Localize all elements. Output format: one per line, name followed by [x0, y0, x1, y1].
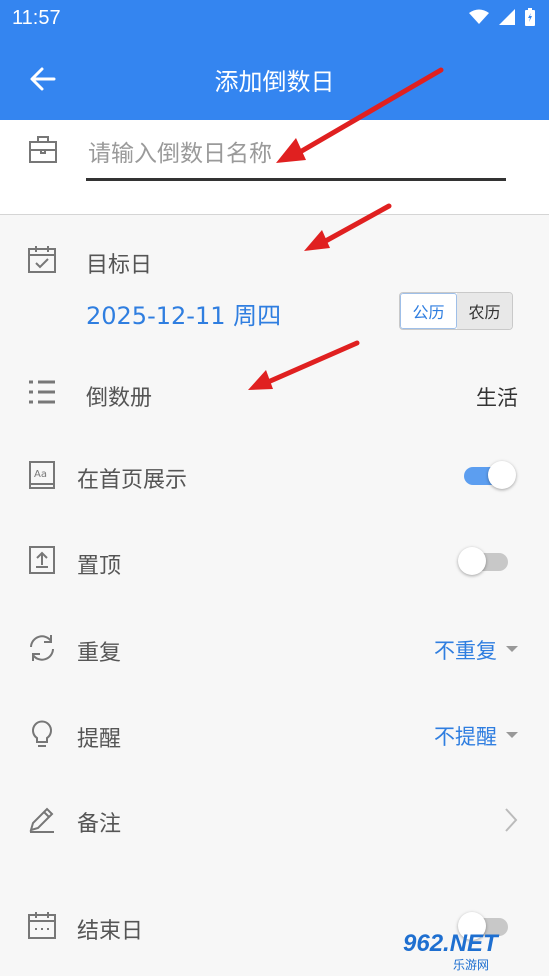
watermark-subtext: 乐游网	[453, 958, 490, 972]
watermark-logo: 962.NET 乐游网	[403, 930, 543, 972]
target-date-label: 目标日	[86, 253, 153, 278]
page-title: 添加倒数日	[214, 68, 335, 96]
remind-value: 不提醒	[434, 725, 497, 749]
lightbulb-icon	[32, 720, 52, 747]
briefcase-icon	[29, 136, 57, 163]
solar-calendar-option[interactable]: 公历	[400, 293, 457, 329]
calendar-type-toggle: 公历 农历	[399, 292, 513, 330]
wifi-icon	[469, 9, 489, 24]
end-date-label: 结束日	[77, 919, 144, 944]
calendar-check-icon	[28, 246, 56, 273]
name-row	[0, 120, 549, 215]
repeat-label: 重复	[77, 641, 122, 666]
pin-top-icon	[29, 546, 55, 574]
remind-label: 提醒	[77, 727, 122, 752]
repeat-icon	[30, 635, 54, 661]
pin-switch[interactable]	[458, 547, 510, 575]
list-icon	[29, 380, 55, 404]
status-time: 11:57	[12, 7, 61, 29]
lunar-calendar-option[interactable]: 农历	[457, 293, 512, 329]
target-date-value[interactable]: 2025-12-11 周四	[86, 296, 281, 331]
homepage-label: 在首页展示	[77, 468, 188, 493]
chevron-right-icon	[505, 808, 518, 832]
book-label: 倒数册	[86, 386, 153, 411]
status-icons	[469, 8, 535, 26]
repeat-value: 不重复	[434, 639, 497, 663]
chevron-down-icon	[506, 646, 518, 652]
svg-text:Aa: Aa	[34, 469, 47, 480]
app-bar: 添加倒数日	[0, 38, 549, 120]
chevron-down-icon	[506, 732, 518, 738]
countdown-name-input[interactable]	[86, 130, 506, 181]
watermark-text: 962.NET	[403, 930, 498, 957]
pencil-icon	[29, 807, 54, 833]
status-bar: 11:57	[0, 0, 549, 38]
battery-icon	[525, 8, 535, 26]
pin-label: 置顶	[77, 554, 122, 579]
book-value: 生活	[476, 386, 518, 410]
calendar-icon	[28, 912, 56, 939]
signal-icon	[499, 9, 515, 25]
book-icon: Aa	[29, 461, 55, 489]
note-label: 备注	[77, 812, 122, 837]
homepage-switch[interactable]	[462, 461, 516, 489]
